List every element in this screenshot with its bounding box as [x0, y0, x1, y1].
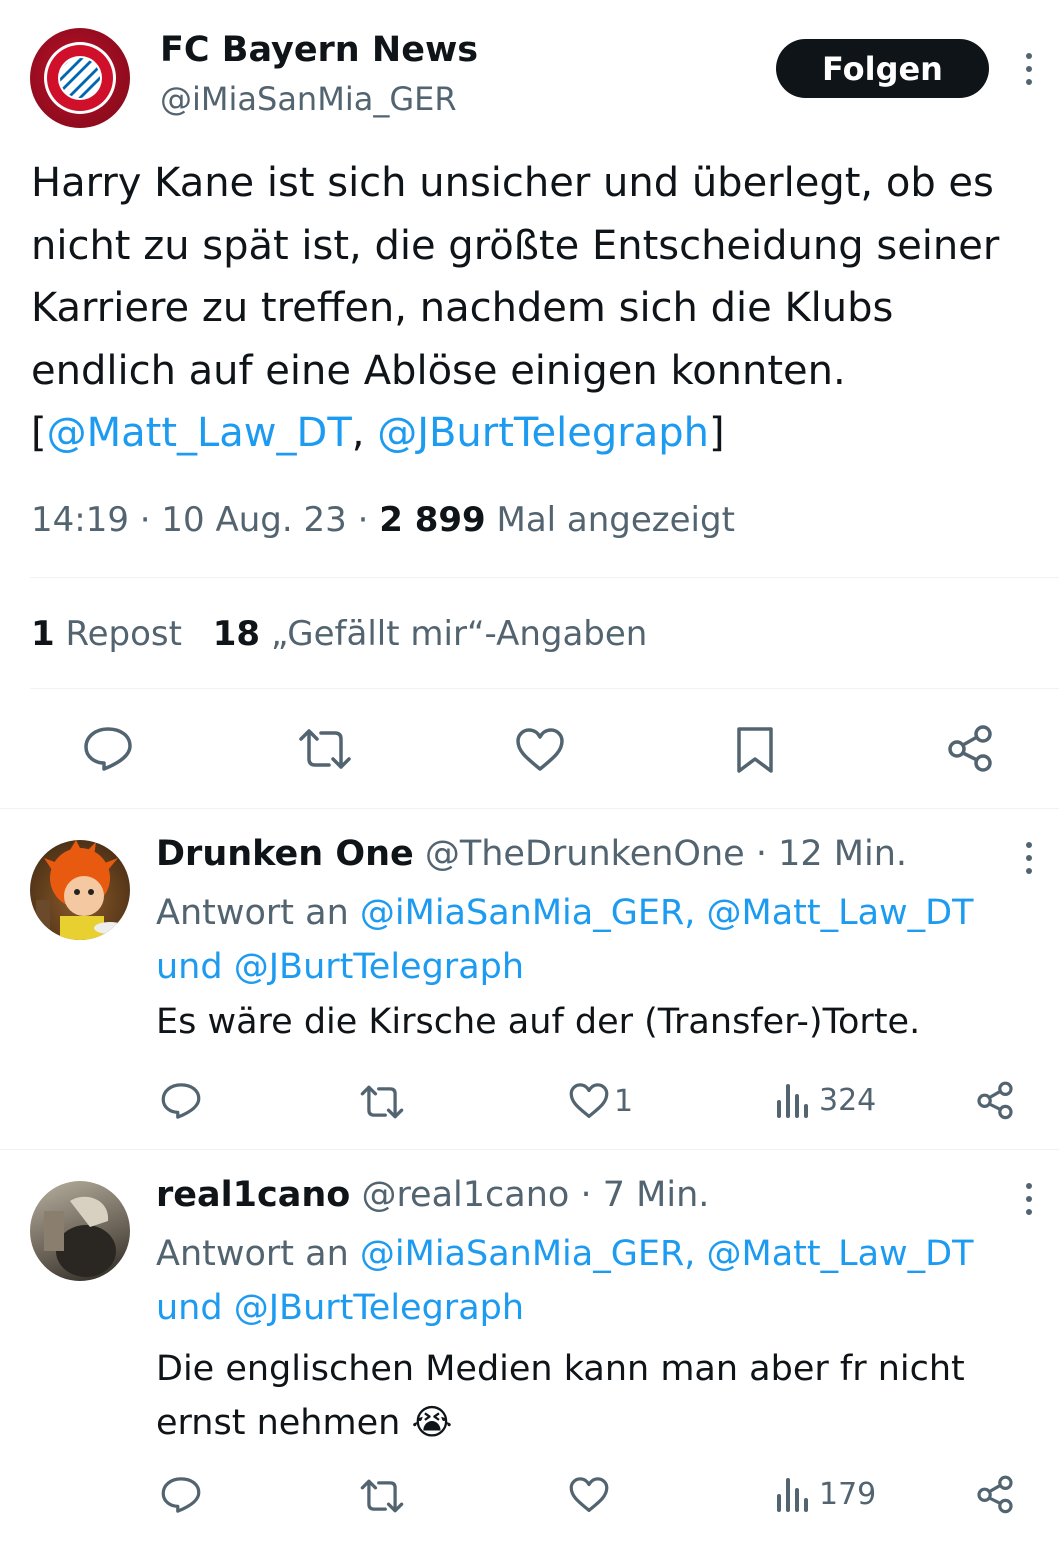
share-icon[interactable]	[975, 1080, 1015, 1120]
reply-author-handle[interactable]: @TheDrunkenOne	[425, 834, 745, 874]
engagement-stats: 1 Repost 18 „Gefällt mir“-Angaben	[31, 614, 647, 654]
tweet-date[interactable]: 10 Aug. 23	[161, 500, 346, 540]
likes-stat[interactable]: 18 „Gefällt mir“-Angaben	[213, 614, 648, 654]
reply-to-prefix: Antwort an	[156, 1234, 349, 1274]
reply-to-mention[interactable]: @JBurtTelegraph	[234, 947, 524, 987]
reply-to-and: und	[156, 1288, 223, 1328]
reply-text: Die englischen Medien kann man aber fr n…	[156, 1342, 965, 1450]
reply-text: Es wäre die Kirsche auf der (Transfer-)T…	[156, 1002, 921, 1042]
reply-icon[interactable]	[160, 1081, 202, 1121]
likes-label: „Gefällt mir“-Angaben	[270, 614, 648, 654]
views-count: 179	[819, 1476, 877, 1512]
author-handle[interactable]: @iMiaSanMia_GER	[160, 80, 457, 118]
mention-link[interactable]: @JBurtTelegraph	[377, 410, 709, 456]
reposts-label: Repost	[65, 614, 182, 654]
reply-avatar[interactable]	[30, 1181, 130, 1281]
reply-text-line: Die englischen Medien kann man aber fr n…	[156, 1349, 965, 1389]
reply-header: Drunken One @TheDrunkenOne · 12 Min.	[156, 834, 907, 874]
views-count: 324	[819, 1082, 877, 1118]
more-icon[interactable]	[1026, 842, 1032, 881]
tweet-time[interactable]: 14:19	[31, 500, 129, 540]
like-icon	[568, 1476, 610, 1514]
more-icon[interactable]	[1026, 53, 1032, 92]
like-icon[interactable]	[514, 727, 566, 773]
reply-to-prefix: Antwort an	[156, 893, 349, 933]
reply-header: real1cano @real1cano · 7 Min.	[156, 1175, 709, 1215]
likes-count: 18	[212, 614, 261, 654]
share-icon[interactable]	[945, 723, 995, 773]
reply-separator: ·	[755, 834, 767, 874]
retweet-icon[interactable]	[297, 727, 353, 771]
reposts-stat[interactable]: 1 Repost	[31, 614, 193, 654]
crying-emoji: 😭	[411, 1403, 453, 1443]
divider	[0, 1149, 1059, 1150]
reply-separator: ·	[580, 1175, 592, 1215]
reply-icon[interactable]	[160, 1475, 202, 1515]
divider	[30, 577, 1059, 578]
like-count: 1	[614, 1083, 634, 1119]
like-icon	[568, 1082, 610, 1120]
meta-separator: ·	[139, 500, 151, 540]
divider	[0, 808, 1059, 809]
views-button[interactable]: 179	[775, 1476, 876, 1512]
reply-time[interactable]: 7 Min.	[603, 1175, 710, 1215]
follow-label: Folgen	[822, 49, 943, 88]
reply-to-mention[interactable]: @JBurtTelegraph	[234, 1288, 524, 1328]
follow-button[interactable]: Folgen	[776, 39, 989, 98]
tweet-text-end: ]	[708, 410, 725, 456]
views-count: 2 899	[379, 500, 486, 540]
reply-time[interactable]: 12 Min.	[778, 834, 907, 874]
reply-author-name[interactable]: Drunken One	[156, 834, 414, 874]
more-icon[interactable]	[1026, 1183, 1032, 1222]
like-button[interactable]: 1	[568, 1082, 633, 1120]
views-icon	[775, 1082, 811, 1118]
reply-author-name[interactable]: real1cano	[156, 1175, 350, 1215]
reply-to-mentions[interactable]: @iMiaSanMia_GER, @Matt_Law_DT	[360, 1234, 974, 1274]
meta-separator: ·	[357, 500, 369, 540]
author-avatar[interactable]	[30, 28, 130, 128]
views-label: Mal angezeigt	[496, 500, 735, 540]
reply-to-and: und	[156, 947, 223, 987]
like-button[interactable]	[568, 1476, 614, 1514]
views-icon	[775, 1476, 811, 1512]
reply-text-line: ernst nehmen	[156, 1403, 401, 1443]
reply-to: Antwort an @iMiaSanMia_GER, @Matt_Law_DT…	[156, 886, 974, 994]
share-icon[interactable]	[975, 1474, 1015, 1514]
retweet-icon[interactable]	[359, 1084, 405, 1120]
reply-author-handle[interactable]: @real1cano	[361, 1175, 569, 1215]
reply-to-mentions[interactable]: @iMiaSanMia_GER, @Matt_Law_DT	[360, 893, 974, 933]
reposts-count: 1	[31, 614, 55, 654]
mention-link[interactable]: @Matt_Law_DT	[47, 410, 352, 456]
mention-separator: ,	[351, 410, 378, 456]
pumuckl-avatar-icon	[36, 840, 126, 940]
reply-icon[interactable]	[82, 725, 134, 773]
retweet-icon[interactable]	[359, 1478, 405, 1514]
divider	[30, 688, 1059, 689]
photo-avatar-icon	[44, 1196, 116, 1277]
tweet-text: Harry Kane ist sich unsicher und überleg…	[31, 152, 1031, 465]
author-name[interactable]: FC Bayern News	[160, 30, 478, 70]
bayern-logo-icon	[44, 42, 116, 114]
bookmark-icon[interactable]	[735, 725, 775, 775]
tweet-meta: 14:19 · 10 Aug. 23 · 2 899 Mal angezeigt	[31, 500, 735, 540]
views-button[interactable]: 324	[775, 1082, 876, 1118]
reply-avatar[interactable]	[30, 840, 130, 940]
reply-to: Antwort an @iMiaSanMia_GER, @Matt_Law_DT…	[156, 1227, 974, 1335]
